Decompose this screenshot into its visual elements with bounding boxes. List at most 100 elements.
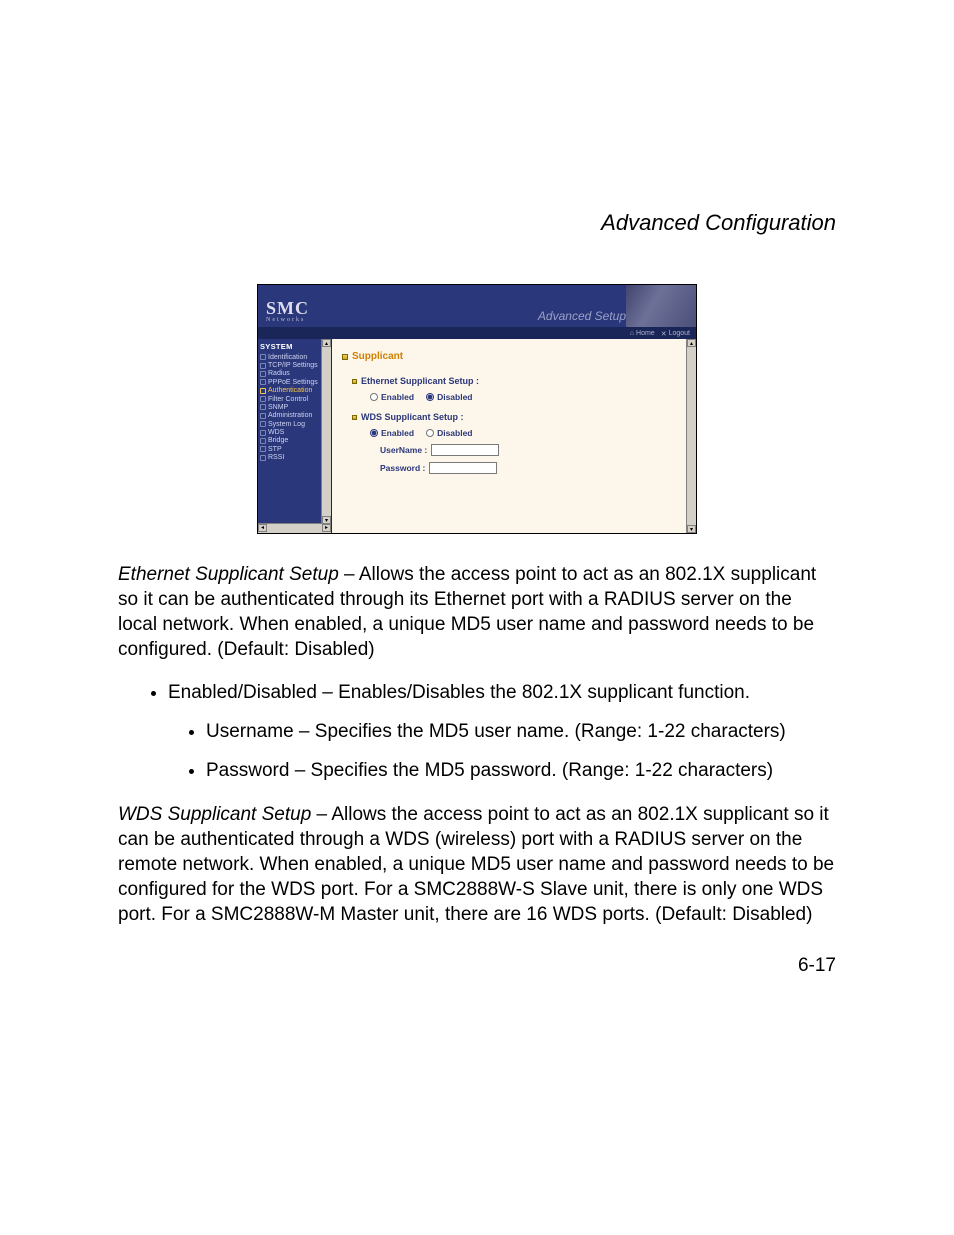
bullet-icon <box>260 396 266 402</box>
sidebar-horizontal-scrollbar[interactable]: ◂ ▸ <box>258 523 331 533</box>
home-icon: ⌂ <box>630 330 634 337</box>
list-item-text: Password – Specifies the MD5 password. (… <box>206 760 773 781</box>
ethernet-supplicant-label: Ethernet Supplicant Setup : <box>361 376 479 386</box>
section-title: Advanced Configuration <box>118 210 836 236</box>
sidebar-vertical-scrollbar[interactable]: ▴ ▾ <box>321 339 331 524</box>
scroll-up-icon[interactable]: ▴ <box>322 339 331 347</box>
sidebar-item-tcpip[interactable]: TCP/IP Settings <box>260 361 319 369</box>
sidebar-item-authentication[interactable]: Authentication <box>260 387 319 395</box>
supplicant-heading: Supplicant <box>342 351 686 362</box>
sidebar-item-systemlog[interactable]: System Log <box>260 420 319 428</box>
list-item: Password – Specifies the MD5 password. (… <box>206 758 836 783</box>
sidebar-item-label: TCP/IP Settings <box>268 362 318 369</box>
bullet-icon <box>260 413 266 419</box>
para-lead-em: Ethernet Supplicant Setup <box>118 564 339 585</box>
sidebar-item-pppoe[interactable]: PPPoE Settings <box>260 378 319 386</box>
wds-enabled-radio[interactable] <box>370 429 378 437</box>
sidebar-item-stp[interactable]: STP <box>260 445 319 453</box>
sidebar-item-label: STP <box>268 446 282 453</box>
page-number: 6-17 <box>118 955 836 977</box>
sidebar-heading: SYSTEM <box>260 341 319 353</box>
square-bullet-icon <box>352 415 357 420</box>
sidebar-item-snmp[interactable]: SNMP <box>260 403 319 411</box>
home-link[interactable]: ⌂Home <box>630 330 655 337</box>
sidebar-item-rssi[interactable]: RSSI <box>260 454 319 462</box>
scroll-up-icon[interactable]: ▴ <box>687 339 696 347</box>
outer-list: Enabled/Disabled – Enables/Disables the … <box>118 680 836 783</box>
bullet-icon <box>260 379 266 385</box>
eth-enabled-option[interactable]: Enabled <box>370 392 414 402</box>
supplicant-heading-label: Supplicant <box>352 351 403 362</box>
sidebar-item-bridge[interactable]: Bridge <box>260 437 319 445</box>
wds-supplicant-heading: WDS Supplicant Setup : <box>352 412 686 422</box>
scroll-left-icon[interactable]: ◂ <box>258 524 267 532</box>
sidebar-item-label: Identification <box>268 354 307 361</box>
screenshot-header: SMC Networks Advanced Setup <box>258 285 696 328</box>
square-bullet-icon <box>342 354 348 360</box>
eth-disabled-option[interactable]: Disabled <box>426 392 472 402</box>
wds-enabled-option[interactable]: Enabled <box>370 428 414 438</box>
bullet-icon <box>260 363 266 369</box>
home-label: Home <box>636 330 655 337</box>
bullet-icon <box>260 404 266 410</box>
logout-link[interactable]: ✕Logout <box>661 330 690 338</box>
bullet-icon <box>260 430 266 436</box>
paragraph-ethernet-supplicant: Ethernet Supplicant Setup – Allows the a… <box>118 562 836 662</box>
inner-list: Username – Specifies the MD5 user name. … <box>168 719 836 783</box>
sidebar-item-filter[interactable]: Filter Control <box>260 395 319 403</box>
list-item: Username – Specifies the MD5 user name. … <box>206 719 836 744</box>
list-item-text: Enabled/Disabled – Enables/Disables the … <box>168 682 750 703</box>
logo-subtext: Networks <box>266 317 309 323</box>
sidebar-item-wds[interactable]: WDS <box>260 428 319 436</box>
ethernet-radio-group: Enabled Disabled <box>370 392 686 402</box>
bullet-icon <box>260 438 266 444</box>
wds-disabled-option[interactable]: Disabled <box>426 428 472 438</box>
para-lead-em: WDS Supplicant Setup <box>118 804 311 825</box>
list-item-text: Username – Specifies the MD5 user name. … <box>206 721 786 742</box>
logout-label: Logout <box>669 330 690 337</box>
scroll-down-icon[interactable]: ▾ <box>687 525 696 533</box>
list-item: Enabled/Disabled – Enables/Disables the … <box>168 680 836 783</box>
wds-disabled-radio[interactable] <box>426 429 434 437</box>
wds-radio-group: Enabled Disabled <box>370 428 686 438</box>
sidebar-item-label: Filter Control <box>268 396 308 403</box>
sidebar-item-label: System Log <box>268 421 305 428</box>
header-decoration <box>626 285 696 327</box>
sidebar: SYSTEM Identification TCP/IP Settings Ra… <box>258 339 332 533</box>
scroll-right-icon[interactable]: ▸ <box>322 524 331 532</box>
sidebar-item-label: PPPoE Settings <box>268 379 318 386</box>
content-vertical-scrollbar[interactable]: ▴ ▾ <box>686 339 696 533</box>
username-input[interactable] <box>431 444 499 456</box>
password-input[interactable] <box>429 462 497 474</box>
wds-supplicant-label: WDS Supplicant Setup : <box>361 412 464 422</box>
eth-enabled-label: Enabled <box>381 392 414 402</box>
eth-enabled-radio[interactable] <box>370 393 378 401</box>
router-screenshot: SMC Networks Advanced Setup ⌂Home ✕Logou… <box>257 284 697 534</box>
ethernet-supplicant-heading: Ethernet Supplicant Setup : <box>352 376 686 386</box>
sidebar-item-radius[interactable]: Radius <box>260 370 319 378</box>
bullet-icon <box>260 388 266 394</box>
paragraph-wds-supplicant: WDS Supplicant Setup – Allows the access… <box>118 802 836 927</box>
sidebar-item-administration[interactable]: Administration <box>260 412 319 420</box>
eth-disabled-label: Disabled <box>437 392 472 402</box>
top-links: ⌂Home ✕Logout <box>258 328 696 339</box>
square-bullet-icon <box>352 379 357 384</box>
bullet-icon <box>260 455 266 461</box>
wds-disabled-label: Disabled <box>437 428 472 438</box>
username-row: UserName : <box>380 444 686 456</box>
password-row: Password : <box>380 462 686 474</box>
bullet-icon <box>260 421 266 427</box>
sidebar-item-label: Authentication <box>268 387 312 394</box>
logout-icon: ✕ <box>661 330 667 338</box>
sidebar-item-label: SNMP <box>268 404 288 411</box>
sidebar-item-label: RSSI <box>268 454 284 461</box>
sidebar-item-label: Radius <box>268 370 290 377</box>
sidebar-item-label: Administration <box>268 412 312 419</box>
logo: SMC Networks <box>258 294 317 327</box>
sidebar-item-label: WDS <box>268 429 284 436</box>
password-label: Password : <box>380 463 425 473</box>
bullet-icon <box>260 446 266 452</box>
bullet-icon <box>260 371 266 377</box>
sidebar-item-identification[interactable]: Identification <box>260 353 319 361</box>
eth-disabled-radio[interactable] <box>426 393 434 401</box>
